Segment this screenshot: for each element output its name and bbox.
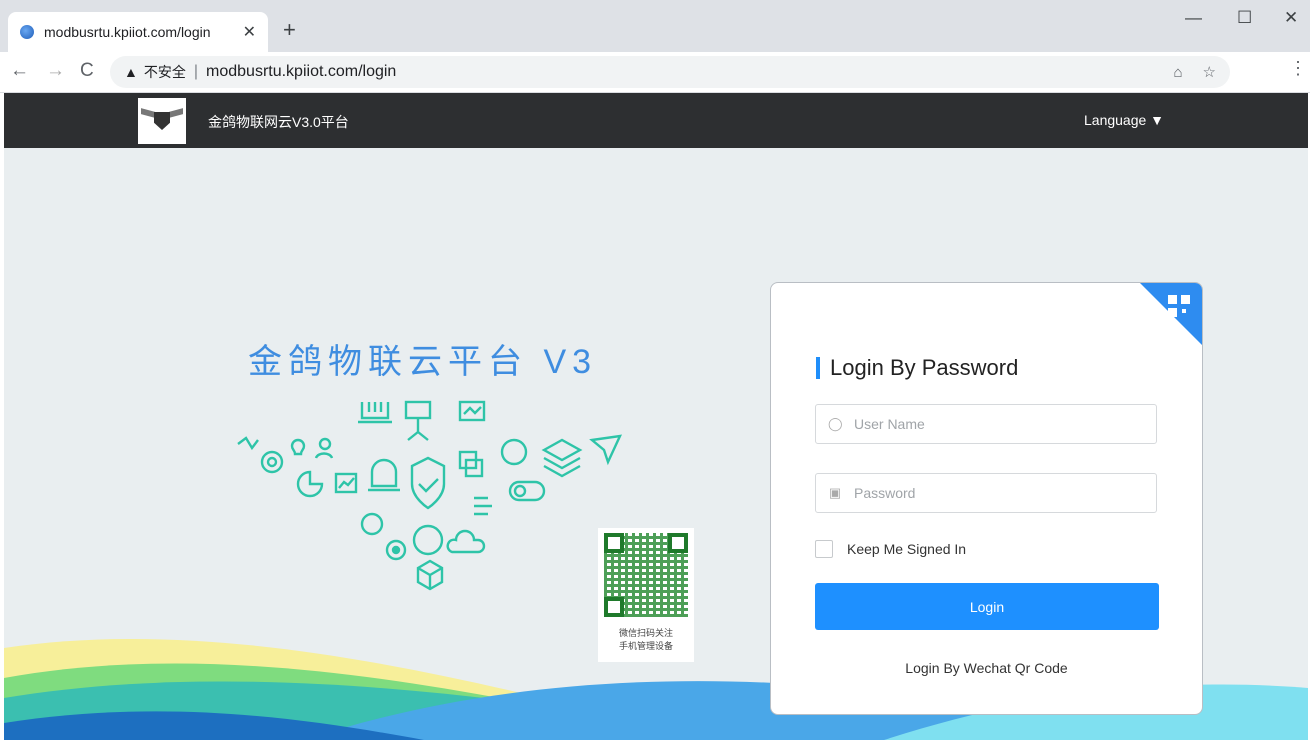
divider: | (193, 63, 199, 80)
password-input[interactable] (852, 484, 1146, 502)
hero-title: 金鸽物联云平台 V3 (248, 343, 598, 381)
language-dropdown[interactable]: Language ▼ (1084, 112, 1164, 128)
alarm-icon (368, 458, 400, 492)
security-shield-icon (410, 456, 446, 510)
qr-corner-block (1182, 309, 1186, 313)
line-chart-line (338, 477, 355, 489)
keep-signed-in[interactable]: Keep Me Signed In (815, 540, 966, 558)
site-name: 金鸽物联网云V3.0平台 (208, 114, 349, 130)
qr-finder (668, 533, 688, 553)
toggle-knob (513, 484, 527, 498)
browser-tab[interactable]: modbusrtu.kpiiot.com/login ✕ (8, 12, 268, 52)
record-dot (391, 545, 401, 555)
login-button[interactable]: Login (815, 583, 1159, 630)
minimize-button[interactable]: — (1185, 8, 1202, 28)
lock-icon: ▣ (828, 485, 842, 500)
chart-line (463, 406, 482, 415)
users-icon (314, 437, 334, 459)
user-icon: ◯ (828, 416, 843, 431)
site-header: 金鸽物联网云V3.0平台 Language ▼ (4, 93, 1308, 148)
heading-accent-bar (816, 357, 820, 379)
maximize-button[interactable]: ☐ (1237, 8, 1252, 28)
qr-corner-block (1168, 308, 1177, 317)
security-label[interactable]: 不安全 (144, 62, 186, 82)
settings-hex-icon (260, 450, 284, 474)
router-icon (358, 402, 392, 424)
circuit-icon (474, 496, 492, 516)
url-text[interactable]: modbusrtu.kpiiot.com/login (206, 63, 396, 81)
qr-caption-line1: 微信扫码关注 (618, 628, 673, 638)
gauge-icon (412, 524, 444, 556)
send-icon (589, 434, 623, 466)
reload-icon[interactable]: C (80, 60, 94, 82)
network-tree-icon (407, 418, 429, 441)
wechat-login-link[interactable]: Login By Wechat Qr Code (771, 660, 1202, 676)
login-heading-text: Login By Password (830, 355, 1019, 380)
forward-arrow-icon[interactable]: → (46, 60, 65, 82)
qr-corner-block (1168, 295, 1177, 304)
browser-tabstrip: modbusrtu.kpiiot.com/login ✕ + — ☐ ✕ (0, 0, 1310, 52)
qr-finder (604, 533, 624, 553)
wechat-qr-card: 微信扫码关注 手机管理设备 (598, 528, 694, 662)
bulb-icon (290, 438, 306, 456)
shield-check (418, 478, 439, 493)
back-arrow-icon[interactable]: ← (10, 60, 29, 82)
share-icon (237, 436, 259, 451)
iot-icon-cluster (237, 400, 623, 591)
qr-finder (604, 597, 624, 617)
shield-icon (154, 112, 170, 130)
logo-wing-right (169, 108, 183, 118)
qr-caption-line2: 手机管理设备 (618, 641, 673, 651)
site-logo[interactable] (138, 98, 186, 144)
warning-icon[interactable]: ▲ (124, 64, 138, 80)
logo-wing-left (141, 108, 155, 118)
address-bar[interactable]: ▲ 不安全 | modbusrtu.kpiiot.com/login ⌂ ☆ (110, 56, 1230, 88)
bookmark-star-icon[interactable]: ☆ (1203, 63, 1216, 81)
qr-code-icon[interactable] (1166, 293, 1192, 319)
username-input[interactable] (852, 415, 1146, 433)
cloud-network-icon (446, 529, 486, 554)
login-heading: Login By Password (816, 355, 1018, 381)
window-close-button[interactable]: ✕ (1284, 8, 1298, 28)
pie-chart-icon (296, 470, 324, 498)
new-tab-button[interactable]: + (283, 17, 296, 43)
qr-corner-block (1181, 295, 1190, 304)
browser-toolbar: ← → C ▲ 不安全 | modbusrtu.kpiiot.com/login… (0, 52, 1310, 136)
cube-icon (416, 559, 444, 591)
login-page: 金鸽物联云平台 V3 微信扫码关注 手机管理设备 Login By Passwo… (4, 148, 1308, 740)
layers-icon (541, 438, 583, 478)
monitor-icon (404, 400, 432, 420)
translate-icon[interactable]: ⌂ (1173, 64, 1182, 81)
password-field[interactable]: ▣ (815, 473, 1157, 513)
login-card: Login By Password ◯ ▣ Keep Me Signed In … (770, 282, 1203, 715)
username-field[interactable]: ◯ (815, 404, 1157, 444)
tab-title: modbusrtu.kpiiot.com/login (44, 24, 211, 40)
location-icon (500, 438, 528, 466)
tab-close-icon[interactable]: ✕ (243, 22, 256, 42)
keep-signed-in-checkbox[interactable] (815, 540, 833, 558)
keep-signed-in-label[interactable]: Keep Me Signed In (847, 541, 966, 557)
menu-kebab-icon[interactable]: ⋮ (1289, 58, 1307, 79)
globe-favicon-icon (20, 25, 34, 39)
atom-icon (360, 512, 384, 536)
settings-hex-inner (266, 456, 278, 468)
